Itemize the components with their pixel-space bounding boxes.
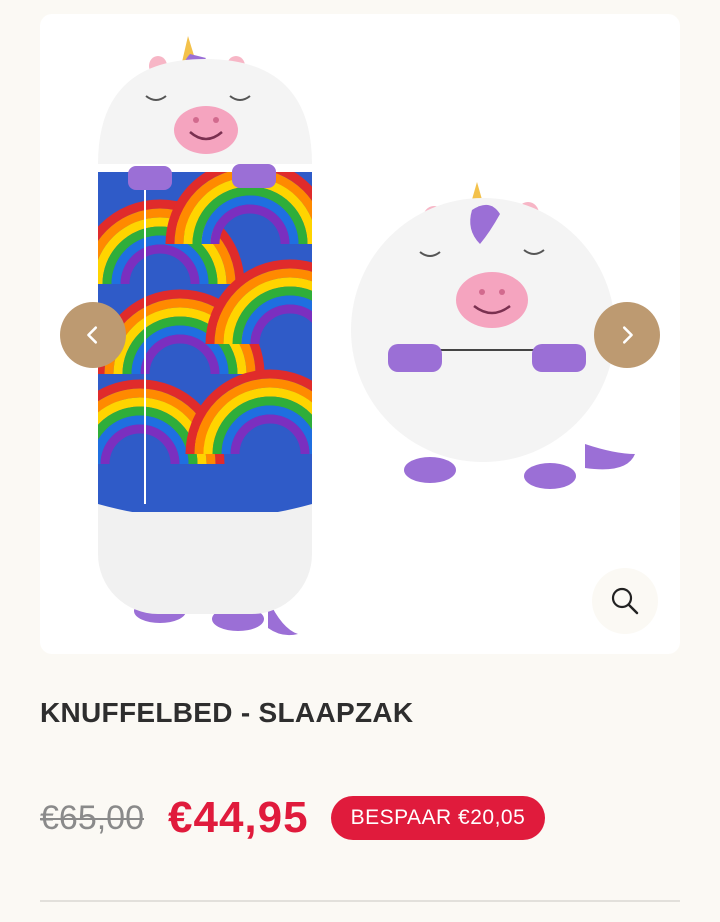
chevron-left-icon [87,326,98,344]
chevron-right-icon [622,326,633,344]
previous-image-button[interactable] [60,302,126,368]
search-icon [611,587,639,615]
price-row: €65,00 €44,95 BESPAAR €20,05 [40,792,546,844]
product-title: KNUFFELBED - SLAAPZAK [40,697,414,728]
product-image [98,36,635,636]
zoom-button[interactable] [592,568,658,634]
next-image-button[interactable] [594,302,660,368]
sale-price: €44,95 [168,793,309,842]
savings-badge: BESPAAR €20,05 [330,796,546,840]
product-gallery[interactable] [40,14,680,654]
divider [40,900,680,902]
original-price: €65,00 [40,798,144,837]
